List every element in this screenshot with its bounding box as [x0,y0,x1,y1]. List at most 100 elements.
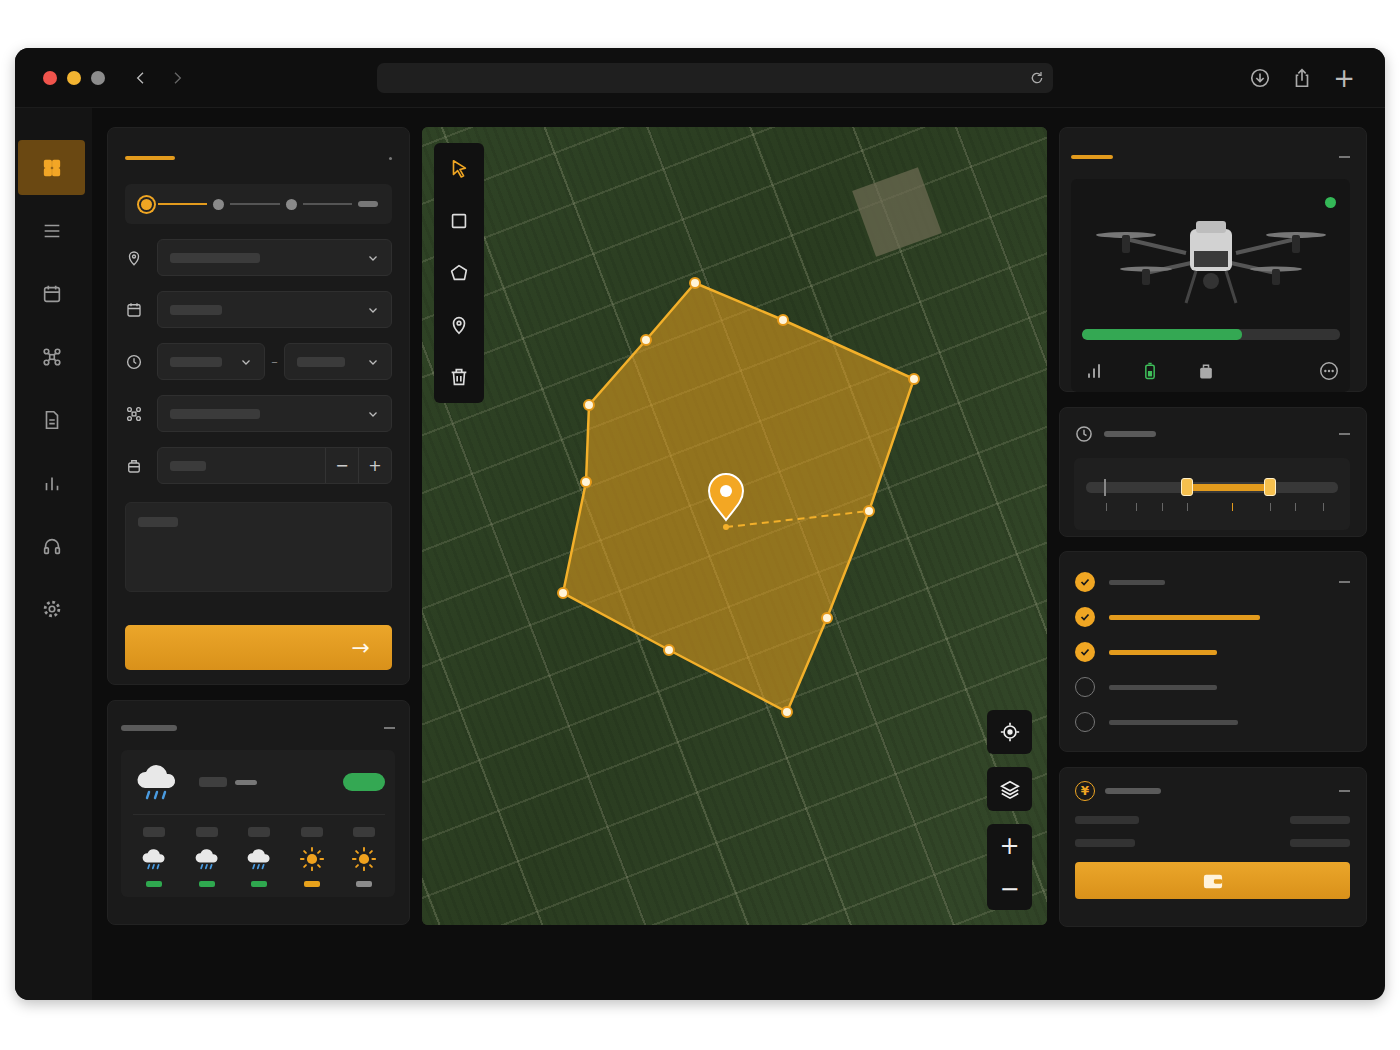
traffic-lights [43,71,105,85]
new-tab-button[interactable]: + [1333,65,1355,91]
signal-icon[interactable] [1084,361,1104,381]
battery-icon[interactable] [1140,361,1160,381]
reload-icon[interactable] [1029,70,1045,86]
increment-button[interactable]: + [358,448,391,483]
traffic-light[interactable] [67,71,81,85]
polygon-vertex[interactable] [778,315,788,325]
checklist-item[interactable] [1075,605,1350,629]
share-icon[interactable] [1291,67,1313,89]
time-range-slider[interactable] [1086,482,1338,493]
online-status-dot [1325,197,1336,208]
document-icon [41,409,63,431]
layers-icon [999,778,1021,800]
range-end-handle[interactable] [1264,478,1276,496]
polygon-vertex[interactable] [782,707,792,717]
gear-icon [41,598,63,620]
panel-title [1104,431,1156,437]
drone-select[interactable] [157,395,392,432]
checkbox[interactable] [1075,642,1095,662]
polygon-vertex[interactable] [909,374,919,384]
polygon-vertex[interactable] [641,335,651,345]
collapse-button[interactable] [1339,156,1350,158]
polygon-vertex[interactable] [822,613,832,623]
drone-icon [125,405,143,423]
payload-input[interactable]: − + [157,447,392,484]
zoom-in-button[interactable]: + [987,824,1032,867]
checkbox[interactable] [1075,607,1095,627]
weather-toggle[interactable] [343,773,385,791]
rectangle-icon [448,210,470,232]
download-icon[interactable] [1249,67,1271,89]
polygon-icon [448,262,470,284]
chart-icon [41,472,63,494]
sidebar-item[interactable] [18,392,85,447]
forecast-indicator [356,881,372,887]
collapse-button[interactable] [1339,581,1350,583]
back-icon[interactable] [133,70,149,86]
traffic-light[interactable] [91,71,105,85]
polygon-vertex[interactable] [664,645,674,655]
checklist-item[interactable] [1075,640,1350,664]
range-start-handle[interactable] [1181,478,1193,496]
sidebar-item[interactable] [18,455,85,510]
step[interactable] [141,199,152,210]
checkbox[interactable] [1075,572,1095,592]
forecast-day [347,827,381,887]
collapse-button[interactable] [384,727,395,729]
calendar-icon [41,283,63,305]
polygon-vertex[interactable] [584,400,594,410]
step-connector [303,203,352,205]
drawing-tool[interactable] [438,355,480,399]
trash-icon [448,366,470,388]
step[interactable] [286,199,297,210]
end-time-select[interactable] [284,343,392,380]
polygon-vertex[interactable] [690,278,700,288]
drawing-toolbar [434,143,484,403]
location-select[interactable] [157,239,392,276]
drawing-tool[interactable] [438,303,480,347]
traffic-light[interactable] [43,71,57,85]
location-icon [125,249,143,267]
panel-title [1071,155,1113,159]
more-icon[interactable] [1318,360,1340,382]
date-select[interactable] [157,291,392,328]
checklist-item[interactable] [1075,570,1350,594]
notes-textarea[interactable] [125,502,392,592]
polygon-vertex[interactable] [864,506,874,516]
pay-button[interactable] [1075,862,1350,899]
checklist-item[interactable] [1075,710,1350,734]
collapse-button[interactable] [1339,790,1350,792]
sidebar-item[interactable] [18,266,85,321]
locate-button[interactable] [987,710,1032,754]
forward-icon[interactable] [169,70,185,86]
wallet-icon [1202,871,1224,891]
address-bar[interactable] [377,63,1053,93]
polygon-vertex[interactable] [558,588,568,598]
sidebar-item[interactable] [18,329,85,384]
drawing-tool[interactable] [438,199,480,243]
drawing-tool[interactable] [438,147,480,191]
polygon-vertex[interactable] [581,477,591,487]
checkbox[interactable] [1075,677,1095,697]
map[interactable]: + − [422,127,1047,925]
layers-button[interactable] [987,767,1032,811]
field-polygon[interactable] [422,127,1047,925]
step-connector [230,203,279,205]
decrement-button[interactable]: − [325,448,358,483]
start-time-select[interactable] [157,343,265,380]
collapse-button[interactable] [1339,433,1350,435]
sidebar-item[interactable] [18,203,85,258]
sidebar-item[interactable] [18,581,85,636]
payload-icon[interactable] [1196,361,1216,381]
checklist-item[interactable] [1075,675,1350,699]
sidebar-item[interactable] [18,518,85,573]
step[interactable] [358,201,378,207]
sidebar-item[interactable] [18,140,85,195]
step[interactable] [213,199,224,210]
panel-menu[interactable] [389,157,392,160]
zoom-out-button[interactable]: − [987,867,1032,910]
checkbox[interactable] [1075,712,1095,732]
submit-button[interactable]: → [125,625,392,670]
center-pin-icon[interactable] [709,474,743,520]
drawing-tool[interactable] [438,251,480,295]
